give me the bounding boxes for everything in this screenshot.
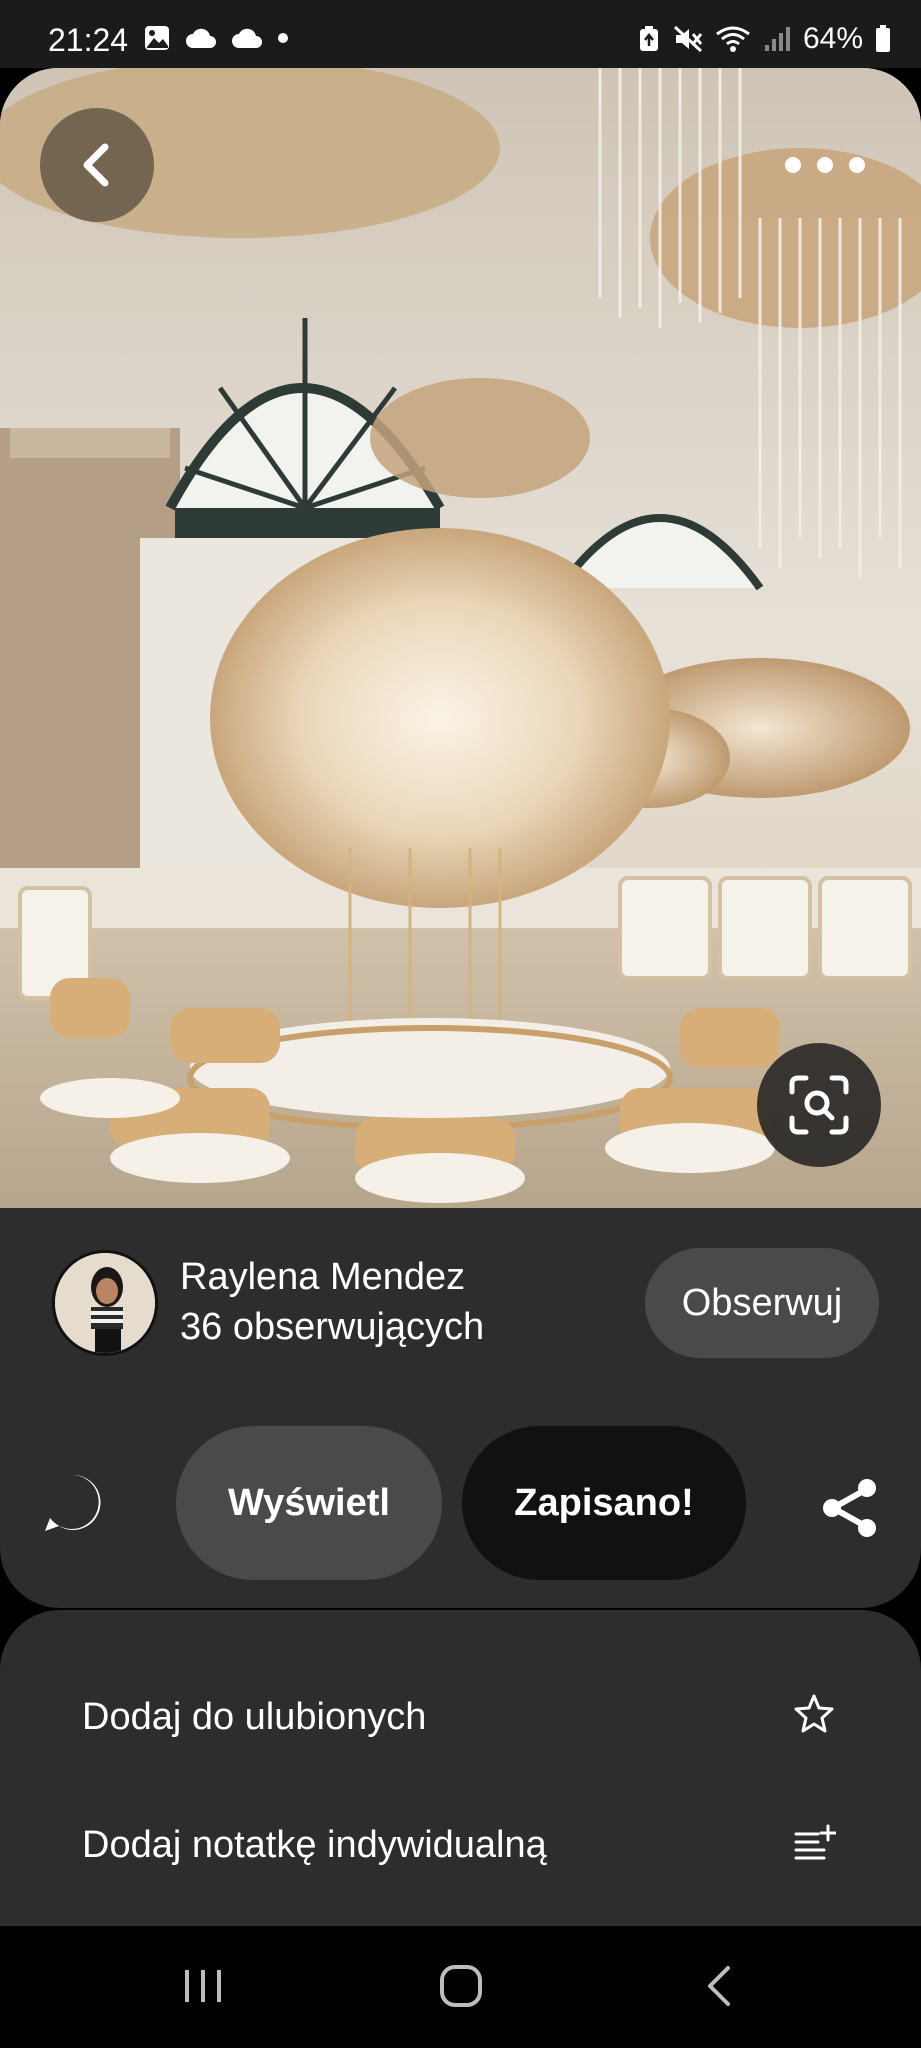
system-back-button[interactable] <box>674 1956 764 2016</box>
status-icons-right: 64% <box>637 22 891 56</box>
view-button[interactable]: Wyświetl <box>176 1426 442 1580</box>
home-icon <box>440 1965 482 2007</box>
cloud-icon <box>232 28 262 48</box>
cloud-icon <box>186 28 216 48</box>
status-icons-left <box>143 24 289 52</box>
creator-name[interactable]: Raylena Mendez <box>180 1256 465 1299</box>
battery-percentage: 64% <box>802 22 863 55</box>
chevron-left-icon <box>83 143 109 187</box>
menu-item-label: Dodaj notatkę indywidualną <box>82 1824 547 1866</box>
avatar[interactable] <box>52 1250 158 1356</box>
saved-button[interactable]: Zapisano! <box>462 1426 746 1580</box>
recycle-icon <box>639 26 658 51</box>
menu-item-label: Dodaj do ulubionych <box>82 1696 427 1738</box>
back-button[interactable] <box>40 108 154 222</box>
signal-icon <box>764 27 790 51</box>
comment-button[interactable] <box>38 1468 108 1538</box>
add-note-icon <box>788 1816 840 1868</box>
share-icon <box>823 1479 876 1537</box>
creator-followers: 36 obserwujących <box>180 1306 485 1348</box>
home-button[interactable] <box>416 1956 506 2016</box>
info-card: Raylena Mendez 36 obserwujących Obserwuj… <box>0 1208 921 1608</box>
screen: 21:24 64% Raylena Mendez 36 obserwującyc… <box>0 0 921 2048</box>
wedding-venue-photo <box>0 68 921 1208</box>
back-icon <box>708 1966 730 2006</box>
status-bar: 21:24 64% <box>0 0 921 68</box>
avatar-image <box>55 1253 155 1353</box>
follow-button[interactable]: Obserwuj <box>645 1248 879 1358</box>
image-icon <box>145 26 169 50</box>
menu-item-add-favorites[interactable]: Dodaj do ulubionych <box>0 1660 921 1770</box>
menu-item-add-note[interactable]: Dodaj notatkę indywidualną <box>0 1788 921 1898</box>
more-horizontal-icon <box>849 157 865 173</box>
visual-search-icon <box>789 1075 849 1135</box>
dot-icon <box>278 33 288 43</box>
star-icon <box>788 1688 840 1740</box>
pin-image[interactable] <box>0 68 921 1208</box>
more-horizontal-icon <box>817 157 833 173</box>
battery-icon <box>876 25 890 52</box>
mute-icon <box>673 25 703 53</box>
comment-heart-icon <box>45 1475 101 1531</box>
recents-button[interactable] <box>158 1956 248 2016</box>
status-time: 21:24 <box>48 22 129 58</box>
options-sheet: Dodaj do ulubionych Dodaj notatkę indywi… <box>0 1610 921 1926</box>
wifi-icon <box>716 26 750 52</box>
share-button[interactable] <box>812 1470 888 1546</box>
visual-search-button[interactable] <box>757 1043 881 1167</box>
more-options-button[interactable] <box>785 150 865 180</box>
more-horizontal-icon <box>785 157 801 173</box>
navigation-bar <box>0 1926 921 2048</box>
recents-icon <box>185 1970 221 2002</box>
